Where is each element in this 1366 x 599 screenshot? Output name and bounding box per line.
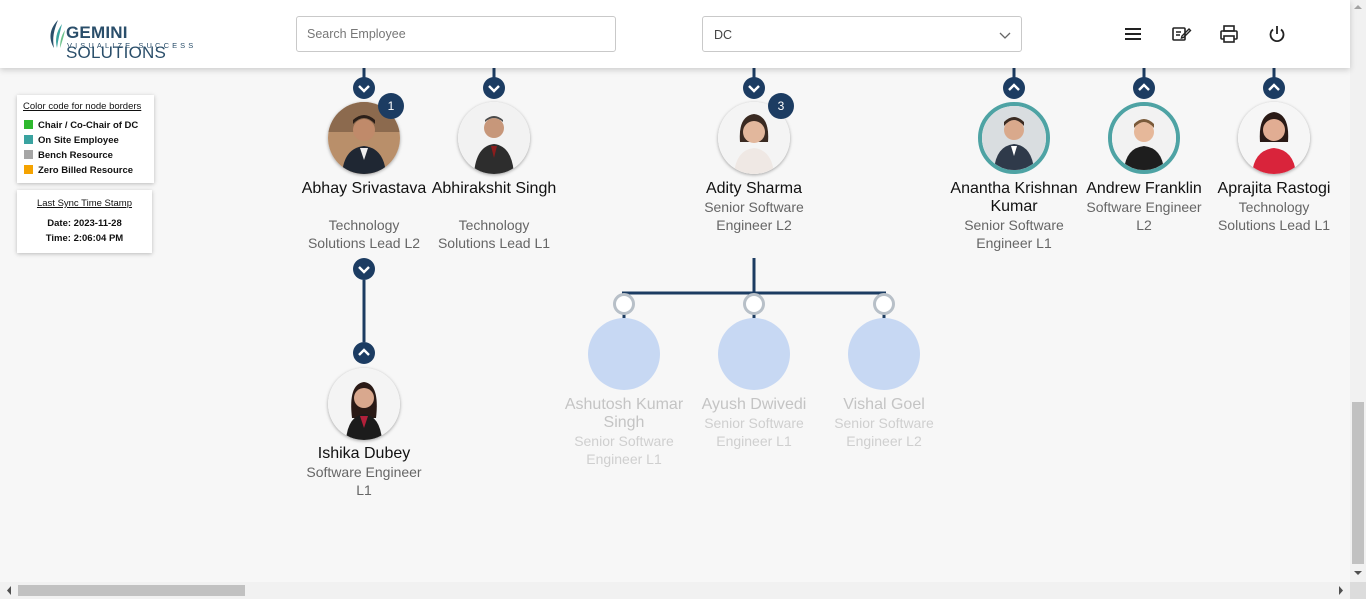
vertical-scroll-thumb[interactable] bbox=[1352, 402, 1364, 564]
menu-button[interactable] bbox=[1121, 22, 1145, 46]
collapse-toggle[interactable] bbox=[483, 77, 505, 99]
employee-photo-placeholder[interactable] bbox=[718, 318, 790, 390]
employee-name: Abhirakshit Singh bbox=[431, 180, 557, 197]
edit-note-button[interactable] bbox=[1169, 22, 1193, 46]
reports-count-badge: 3 bbox=[768, 93, 794, 119]
chevron-down-icon bbox=[358, 266, 370, 274]
employee-name: Andrew Franklin bbox=[1086, 180, 1202, 197]
print-button[interactable] bbox=[1217, 22, 1241, 46]
chevron-up-icon bbox=[1008, 83, 1020, 91]
employee-photo[interactable] bbox=[1108, 102, 1180, 174]
chevron-down-icon bbox=[358, 85, 370, 93]
dc-select-value: DC bbox=[714, 28, 733, 42]
avatar bbox=[1238, 102, 1310, 174]
employee-role: Software Engineer L1 bbox=[306, 464, 422, 498]
expand-toggle[interactable] bbox=[353, 342, 375, 364]
reports-count-badge: 1 bbox=[378, 93, 404, 119]
employee-role: Senior Software Engineer L2 bbox=[704, 199, 804, 233]
employee-photo[interactable] bbox=[458, 102, 530, 174]
chevron-down-icon bbox=[748, 85, 760, 93]
expand-toggle[interactable] bbox=[743, 293, 765, 315]
power-icon bbox=[1269, 26, 1285, 43]
employee-name: Adity Sharma bbox=[705, 180, 803, 197]
employee-name: Ashutosh Kumar Singh bbox=[564, 396, 684, 431]
employee-photo[interactable] bbox=[328, 368, 400, 440]
employee-name: Ayush Dwivedi bbox=[701, 396, 807, 413]
edit-note-icon bbox=[1172, 27, 1192, 41]
employee-role: Technology Solutions Lead L1 bbox=[1217, 199, 1331, 233]
top-header: GEMINI SOLUTIONS VISUALIZE SUCCESS DC bbox=[0, 0, 1350, 68]
chevron-up-icon bbox=[1138, 83, 1150, 91]
chevron-down-icon bbox=[488, 85, 500, 93]
employee-role: Technology Solutions Lead L1 bbox=[437, 217, 551, 251]
scroll-right-arrow-icon bbox=[1339, 586, 1343, 595]
scroll-down-arrow-icon bbox=[1354, 571, 1362, 575]
horizontal-scroll-thumb[interactable] bbox=[18, 585, 245, 596]
avatar bbox=[458, 102, 530, 174]
scroll-up-arrow-icon bbox=[1354, 5, 1362, 9]
expand-toggle[interactable] bbox=[1003, 77, 1025, 99]
search-employee-input[interactable] bbox=[296, 16, 616, 52]
employee-photo[interactable] bbox=[1238, 102, 1310, 174]
logo-leaf-icon bbox=[50, 20, 65, 48]
expand-toggle[interactable] bbox=[613, 293, 635, 315]
employee-name: Vishal Goel bbox=[843, 396, 925, 413]
employee-name: Anantha Krishnan Kumar bbox=[950, 180, 1078, 215]
employee-photo-placeholder[interactable] bbox=[588, 318, 660, 390]
logout-button[interactable] bbox=[1265, 22, 1289, 46]
employee-role: Senior Software Engineer L1 bbox=[574, 433, 674, 467]
collapse-toggle[interactable] bbox=[353, 77, 375, 99]
org-chart: 1 Abhay Srivastava Technology Solutions … bbox=[0, 68, 1350, 582]
print-icon bbox=[1220, 25, 1238, 43]
scrollbar-corner bbox=[1350, 582, 1366, 599]
collapse-toggle[interactable] bbox=[353, 258, 375, 280]
expand-toggle[interactable] bbox=[1263, 77, 1285, 99]
employee-photo[interactable] bbox=[978, 102, 1050, 174]
employee-role: Technology Solutions Lead L2 bbox=[307, 217, 421, 251]
chevron-up-icon bbox=[358, 348, 370, 356]
chevron-up-icon bbox=[1268, 83, 1280, 91]
expand-toggle[interactable] bbox=[873, 293, 895, 315]
employee-name: Ishika Dubey bbox=[317, 445, 411, 462]
vertical-scrollbar[interactable] bbox=[1350, 0, 1366, 582]
employee-name: Abhay Srivastava bbox=[301, 180, 427, 197]
expand-toggle[interactable] bbox=[1133, 77, 1155, 99]
avatar bbox=[982, 106, 1046, 170]
employee-role: Software Engineer L2 bbox=[1086, 199, 1202, 233]
employee-photo-placeholder[interactable] bbox=[848, 318, 920, 390]
logo-tagline: VISUALIZE SUCCESS bbox=[67, 41, 197, 50]
gemini-logo[interactable]: GEMINI SOLUTIONS VISUALIZE SUCCESS bbox=[46, 18, 216, 62]
avatar bbox=[328, 368, 400, 440]
chevron-down-icon bbox=[999, 32, 1011, 39]
avatar bbox=[1112, 106, 1176, 170]
employee-name: Aprajita Rastogi bbox=[1217, 180, 1331, 197]
horizontal-scrollbar[interactable] bbox=[0, 582, 1350, 599]
employee-role: Senior Software Engineer L1 bbox=[704, 415, 804, 449]
employee-role: Senior Software Engineer L2 bbox=[834, 415, 934, 449]
dc-select[interactable]: DC bbox=[702, 16, 1022, 52]
scroll-left-arrow-icon bbox=[7, 586, 11, 595]
collapse-toggle[interactable] bbox=[743, 77, 765, 99]
employee-role: Senior Software Engineer L1 bbox=[964, 217, 1064, 251]
menu-icon bbox=[1125, 28, 1141, 40]
